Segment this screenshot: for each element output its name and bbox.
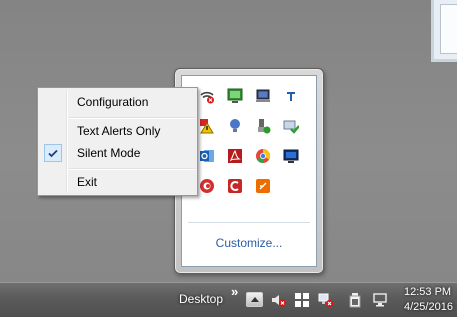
menu-item-text-alerts-only[interactable]: Text Alerts Only [40, 120, 195, 142]
green-monitor-icon[interactable] [227, 88, 243, 104]
red-swirl-icon[interactable] [199, 178, 215, 194]
lightbulb-icon[interactable] [227, 118, 243, 134]
menu-item-label: Text Alerts Only [77, 124, 161, 138]
outlook-icon[interactable] [199, 148, 215, 164]
wifi-disconnected-icon[interactable] [199, 88, 215, 104]
overflow-icon-grid [193, 85, 305, 205]
chrome-icon[interactable] [255, 148, 271, 164]
volume-muted-icon[interactable] [271, 292, 287, 308]
power-icon[interactable] [347, 292, 363, 308]
clock-time: 12:53 PM [404, 286, 452, 298]
acrobat-icon[interactable] [227, 148, 243, 164]
toolbar-overflow-chevron[interactable]: » [231, 284, 238, 299]
menu-item-silent-mode[interactable]: Silent Mode [40, 142, 195, 164]
taskbar: Desktop » 12:53 PM 4/25/2016 [0, 282, 457, 317]
warning-flag-icon[interactable] [199, 118, 215, 134]
tray-context-menu: Configuration Text Alerts Only Silent Mo… [37, 87, 198, 196]
panel-divider [188, 222, 310, 223]
checkmark-icon [44, 144, 62, 162]
background-window[interactable] [431, 0, 457, 62]
t-app-icon[interactable] [283, 88, 299, 104]
clock-date: 4/25/2016 [404, 301, 453, 313]
menu-item-label: Configuration [77, 95, 149, 109]
laptop-screen-icon[interactable] [255, 88, 271, 104]
flag-action-center-icon[interactable] [294, 292, 310, 308]
usb-eject-icon[interactable] [255, 118, 271, 134]
orange-note-icon[interactable] [255, 178, 271, 194]
system-clock[interactable]: 12:53 PM 4/25/2016 [404, 285, 457, 315]
show-hidden-icons-button[interactable] [246, 292, 263, 307]
menu-separator [69, 168, 195, 170]
green-check-network-icon[interactable] [283, 118, 299, 134]
menu-item-label: Silent Mode [77, 146, 141, 160]
blue-monitor-icon[interactable] [283, 148, 299, 164]
desktop-toolbar-label[interactable]: Desktop [179, 292, 223, 306]
menu-item-configuration[interactable]: Configuration [40, 91, 195, 113]
menu-item-label: Exit [77, 175, 98, 189]
customize-link[interactable]: Customize... [182, 236, 316, 250]
red-c-app-icon[interactable] [227, 178, 243, 194]
menu-separator [69, 117, 195, 119]
menu-item-exit[interactable]: Exit [40, 171, 195, 193]
network-error-icon[interactable] [318, 292, 334, 308]
display-icon[interactable] [373, 292, 389, 308]
